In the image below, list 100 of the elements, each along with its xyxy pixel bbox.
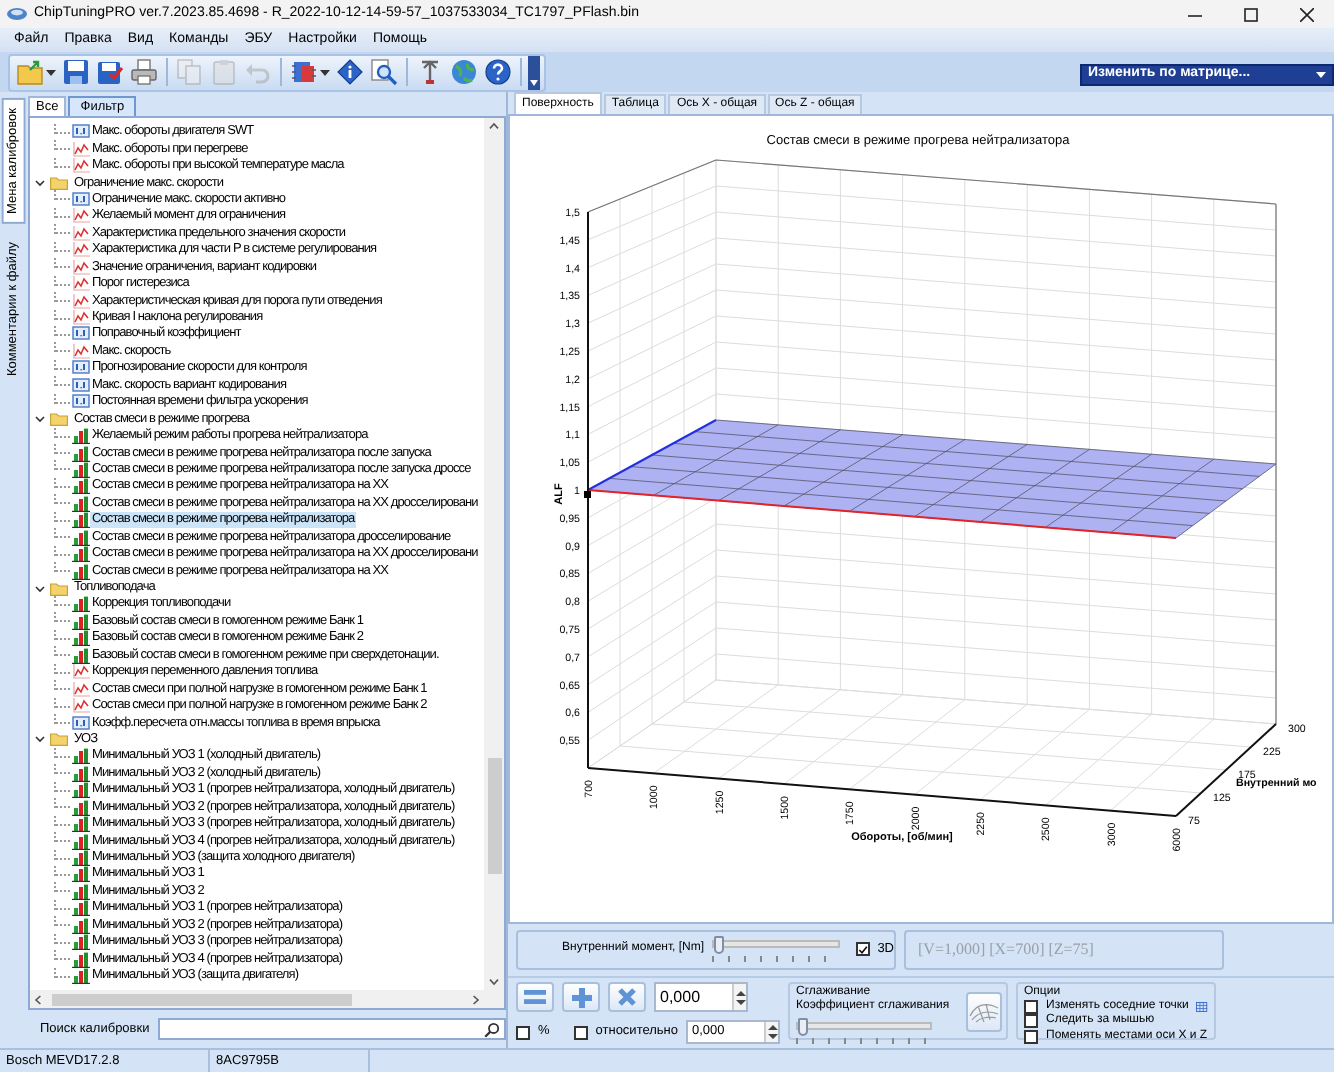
checkbox[interactable] (573, 1025, 588, 1039)
mesh-surface-icon (967, 999, 1000, 1023)
help-button[interactable] (482, 55, 514, 89)
bar-chart-icon (72, 816, 90, 833)
value-icon (72, 191, 90, 208)
slider-track[interactable] (712, 939, 840, 947)
bar-chart-icon (72, 765, 90, 782)
scrollbar[interactable] (30, 990, 504, 1008)
search-icon (370, 58, 398, 86)
bar-chart-icon (72, 647, 90, 664)
curve-chart-icon (72, 141, 90, 158)
bar-chart-icon (72, 461, 90, 478)
bar-chart-icon (72, 512, 90, 529)
print-button[interactable] (128, 55, 160, 89)
chevron-down-icon[interactable] (34, 178, 46, 189)
bar-chart-icon (72, 445, 90, 462)
cursor-readout: [V=1,000] [X=700] [Z=75] (904, 930, 1224, 970)
curve-chart-icon (72, 310, 90, 327)
spin-buttons[interactable] (732, 984, 746, 1010)
app-logo-icon (6, 6, 28, 22)
search-icon (484, 1021, 500, 1037)
floppy-disk-check-icon (96, 58, 124, 86)
help-icon (484, 58, 512, 86)
bar-chart-icon (72, 495, 90, 512)
curve-chart-icon (72, 698, 90, 715)
checkbox[interactable] (855, 942, 870, 957)
chevron-down-icon[interactable] (34, 734, 46, 745)
bar-chart-icon (72, 968, 90, 985)
scrollbar-thumb[interactable] (487, 758, 501, 874)
scroll-up-icon[interactable] (488, 122, 500, 130)
bar-chart-icon (72, 951, 90, 968)
multiply-value-button[interactable] (608, 982, 646, 1012)
curve-chart-icon (72, 343, 90, 360)
curve-chart-icon (72, 225, 90, 242)
scroll-left-icon[interactable] (34, 993, 42, 1005)
printer-icon (130, 58, 158, 86)
curve-chart-icon (72, 242, 90, 259)
caret-down-icon (530, 79, 538, 85)
scroll-right-icon[interactable] (472, 993, 480, 1005)
add-value-button[interactable] (562, 982, 600, 1012)
clipboard-icon (210, 58, 238, 86)
bar-chart-icon (72, 563, 90, 580)
folder-icon (50, 581, 68, 596)
chip-icon (290, 58, 318, 86)
bar-chart-icon (72, 529, 90, 546)
maximize-icon (1243, 7, 1257, 21)
scrollbar[interactable] (484, 118, 504, 990)
folder-icon (16, 58, 44, 86)
info-diamond-icon (336, 58, 364, 86)
curve-chart-icon (72, 158, 90, 175)
globe-icon (450, 58, 478, 86)
curve-chart-icon (72, 293, 90, 310)
scrollbar-thumb[interactable] (52, 993, 352, 1005)
slider-thumb[interactable] (714, 935, 725, 953)
chevron-down-icon[interactable] (34, 583, 46, 594)
bar-chart-icon (72, 850, 90, 867)
antenna-icon (416, 58, 444, 86)
checkbox[interactable] (1024, 1029, 1039, 1044)
folder-icon (50, 732, 68, 747)
checkbox[interactable] (1024, 1014, 1039, 1029)
equals-icon (524, 990, 546, 1004)
curve-chart-icon (72, 259, 90, 276)
bar-chart-icon (72, 782, 90, 799)
spin-buttons[interactable] (764, 1022, 779, 1042)
bar-chart-icon (72, 546, 90, 563)
curve-chart-icon (72, 681, 90, 698)
grid-icon (1196, 1000, 1209, 1015)
bar-chart-icon (72, 866, 90, 883)
chevron-down-icon[interactable] (34, 414, 46, 425)
set-value-button[interactable] (516, 982, 554, 1012)
search-field[interactable] (157, 1018, 506, 1040)
checkbox[interactable] (516, 1025, 530, 1039)
bar-chart-icon (72, 917, 90, 934)
folder-icon (50, 176, 68, 191)
value-icon (72, 360, 90, 377)
checkbox[interactable] (1024, 1000, 1039, 1015)
curve-chart-icon (72, 664, 90, 681)
bar-chart-icon (72, 900, 90, 917)
copy-icon (176, 58, 204, 86)
scroll-down-icon[interactable] (488, 978, 500, 986)
bar-chart-icon (72, 478, 90, 495)
toolbar-overflow-button[interactable] (528, 55, 540, 89)
bar-chart-icon (72, 883, 90, 900)
slider-track[interactable] (796, 1022, 933, 1031)
info-button[interactable] (334, 55, 366, 89)
number-field[interactable]: 0,000 (654, 982, 748, 1012)
plus-icon (571, 987, 591, 1007)
slider-thumb[interactable] (798, 1018, 809, 1037)
bar-chart-icon (72, 613, 90, 630)
folder-icon (50, 412, 68, 427)
bar-chart-icon (72, 630, 90, 647)
smooth-button[interactable] (965, 991, 1002, 1031)
multiply-icon (618, 988, 636, 1006)
save-button[interactable] (60, 55, 92, 89)
bar-chart-icon (72, 596, 90, 613)
bar-chart-icon (72, 799, 90, 816)
bar-chart-icon (72, 748, 90, 765)
find-button[interactable] (368, 55, 400, 89)
value-icon (72, 377, 90, 394)
open-button[interactable] (14, 55, 58, 89)
